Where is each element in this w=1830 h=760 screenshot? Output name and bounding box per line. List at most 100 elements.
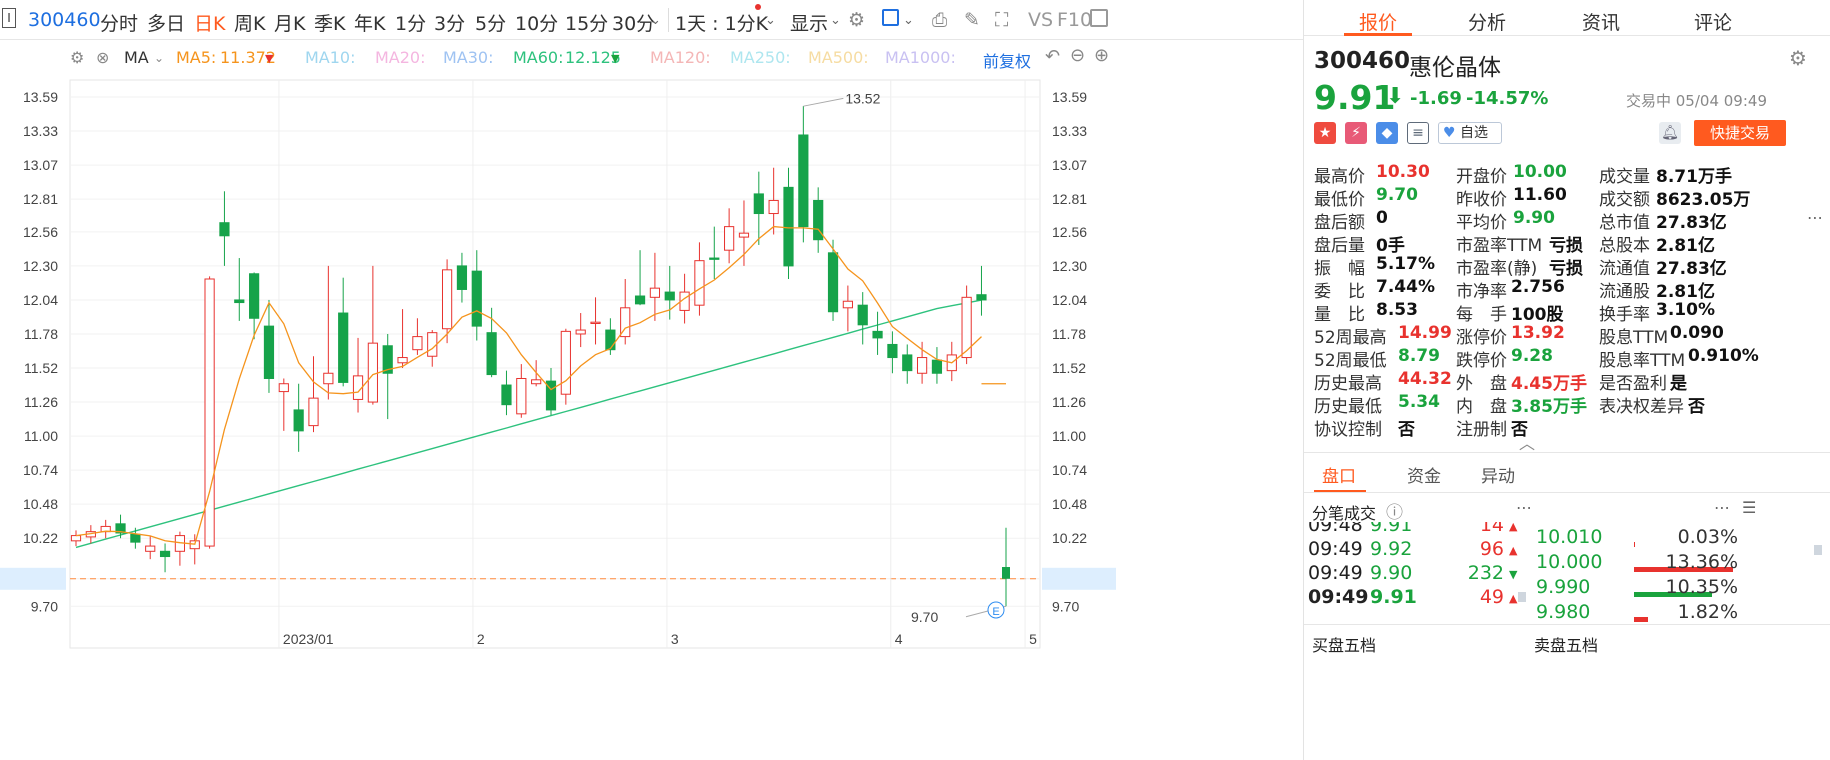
stat-label: 昨收价 xyxy=(1456,190,1507,210)
chevron-down-icon[interactable]: ⌄ xyxy=(650,13,661,28)
tab-orderbook[interactable]: 盘口 xyxy=(1322,462,1356,487)
candle-body xyxy=(427,332,438,357)
fullscreen-icon[interactable]: ⛶ xyxy=(995,9,1008,31)
stat-value: 27.83亿 xyxy=(1656,213,1727,233)
stat-value: 100股 xyxy=(1511,305,1564,325)
settings-gear-icon[interactable]: ⚙ xyxy=(70,48,84,67)
y-tick-label-left: 13.59 xyxy=(23,89,58,105)
china-flag-icon[interactable]: ★ xyxy=(1314,122,1336,144)
period-tab[interactable]: 周K xyxy=(234,9,265,36)
adjust-button[interactable]: 前复权 xyxy=(983,48,1031,72)
period-tab[interactable]: 30分 xyxy=(612,9,655,36)
candle-body xyxy=(694,260,705,306)
y-tick-label-right: 10.22 xyxy=(1052,530,1087,546)
divider xyxy=(668,8,669,32)
menu-icon[interactable]: ☰ xyxy=(1742,498,1756,517)
camera-icon[interactable]: ⎙ xyxy=(932,9,947,31)
period-tab[interactable]: 季K xyxy=(314,9,345,36)
collapse-chevron-icon[interactable]: ︿ xyxy=(1519,430,1535,454)
stat-value: 10.30 xyxy=(1376,162,1430,182)
y-tick-label-right: 10.74 xyxy=(1052,462,1087,478)
tab-analysis[interactable]: 分析 xyxy=(1468,8,1506,35)
candle-body xyxy=(441,269,453,330)
x-tick-label: 2 xyxy=(477,631,485,647)
candle-body xyxy=(768,199,779,215)
period-tab[interactable]: 5分 xyxy=(475,9,506,36)
stat-value: 8.79 xyxy=(1398,346,1440,366)
settings-gear-icon[interactable]: ⚙ xyxy=(848,9,865,31)
depth-list[interactable]: 10.010 0.03% 10.000 13.36% 9.990 10.35% 9.980 1… xyxy=(1534,522,1744,622)
tab-funds[interactable]: 资金 xyxy=(1407,462,1441,487)
stat-label: 流通值 xyxy=(1599,259,1650,279)
period-tab[interactable]: 月K xyxy=(274,9,305,36)
zoom-in-icon[interactable]: ⊕ xyxy=(1094,45,1109,66)
tab-news[interactable]: 资讯 xyxy=(1582,8,1620,35)
y-tick-label-right: 11.52 xyxy=(1052,360,1086,376)
stat-value: 0 xyxy=(1376,208,1388,228)
chevron-down-icon[interactable]: ⌄ xyxy=(154,51,164,65)
lightning-icon[interactable]: ⚡ xyxy=(1345,122,1367,144)
range-select[interactable]: 1天 : 1分K xyxy=(675,9,768,36)
stat-value: 0.090 xyxy=(1670,323,1724,343)
close-circle-icon[interactable]: ⊗ xyxy=(96,48,109,67)
quick-trade-button[interactable]: 快捷交易 xyxy=(1694,120,1786,146)
panel-toggle-icon[interactable] xyxy=(1090,9,1108,27)
stat-label: 表决权差异 xyxy=(1599,397,1684,417)
scrollbar-thumb[interactable] xyxy=(1518,592,1526,602)
pencil-icon[interactable]: ✎ xyxy=(964,9,980,31)
bell-icon[interactable]: 🔔︎ xyxy=(1659,122,1681,144)
display-button[interactable]: 显示 xyxy=(790,9,828,36)
zoom-out-icon[interactable]: ⊖ xyxy=(1070,45,1085,66)
y-tick-label-left: 12.04 xyxy=(23,292,58,308)
quote-change-pct: -14.57% xyxy=(1466,88,1549,109)
more-icon[interactable]: ⋯ xyxy=(1516,498,1532,517)
vs-button[interactable]: VS xyxy=(1028,9,1053,31)
stat-label: 流通股 xyxy=(1599,282,1650,302)
price-tag-right xyxy=(1042,567,1116,590)
candle-body xyxy=(976,294,987,301)
candle-body xyxy=(590,321,601,325)
undo-icon[interactable]: ↶ xyxy=(1045,46,1060,67)
candle-body xyxy=(249,273,260,319)
f10-button[interactable]: F10 xyxy=(1057,9,1092,31)
candle-body xyxy=(456,265,468,290)
note-icon[interactable]: ≡ xyxy=(1407,122,1429,144)
period-tab[interactable]: 1分 xyxy=(395,9,426,36)
more-icon[interactable]: ⋯ xyxy=(1714,498,1730,517)
tag-icon[interactable]: ◆ xyxy=(1376,122,1398,144)
stat-value: 是 xyxy=(1670,374,1687,394)
settings-gear-icon[interactable]: ⚙ xyxy=(1789,46,1807,70)
sidebar-toggle-icon[interactable]: I xyxy=(2,8,16,28)
kline-svg[interactable]: 13.59 13.59 13.33 13.33 13.07 13.07 12.81 12.81… xyxy=(0,66,1303,760)
draw-box-icon[interactable] xyxy=(882,9,899,26)
period-tab[interactable]: 3分 xyxy=(434,9,465,36)
stat-label: 历史最高 xyxy=(1314,374,1382,394)
period-tab[interactable]: 15分 xyxy=(565,9,608,36)
candle-body xyxy=(887,343,898,359)
period-tab-active[interactable]: 日K xyxy=(194,9,225,36)
ma-select[interactable]: MA xyxy=(124,48,149,67)
ticks-list[interactable]: 09:48 9.91 14 ▲ 09:49 9.92 96 ▲ 09:49 9.90 232 ▼ 09:… xyxy=(1304,522,1534,622)
y-tick-label-right: 11.26 xyxy=(1052,394,1086,410)
tab-anomaly[interactable]: 异动 xyxy=(1481,462,1515,487)
period-tab[interactable]: 10分 xyxy=(515,9,558,36)
ma60-label: MA60: xyxy=(513,48,564,67)
kline-chart[interactable]: 13.59 13.59 13.33 13.33 13.07 13.07 12.81 12.81… xyxy=(0,66,1303,760)
more-icon[interactable]: ⋯ xyxy=(1807,208,1823,227)
y-tick-label-right: 12.04 xyxy=(1052,292,1087,308)
y-tick-label-right: 11.00 xyxy=(1052,428,1086,444)
tab-comments[interactable]: 评论 xyxy=(1694,8,1732,35)
y-tick-label-left: 12.81 xyxy=(23,191,58,207)
period-tab[interactable]: 多日 xyxy=(147,9,185,36)
info-icon[interactable]: ⓘ xyxy=(1386,498,1403,523)
scrollbar-thumb[interactable] xyxy=(1814,545,1822,555)
stat-label: 是否盈利 xyxy=(1599,374,1667,394)
watchlist-button[interactable]: ♥ 自选 xyxy=(1438,122,1502,144)
period-tab[interactable]: 年K xyxy=(354,9,385,36)
candle-body xyxy=(263,325,275,379)
stat-value: 44.32 xyxy=(1398,369,1452,389)
stat-value: 9.28 xyxy=(1511,346,1553,366)
tab-quote[interactable]: 报价 xyxy=(1359,8,1397,35)
y-tick-label-left: 9.70 xyxy=(31,598,58,614)
period-tab[interactable]: 分时 xyxy=(100,9,138,36)
